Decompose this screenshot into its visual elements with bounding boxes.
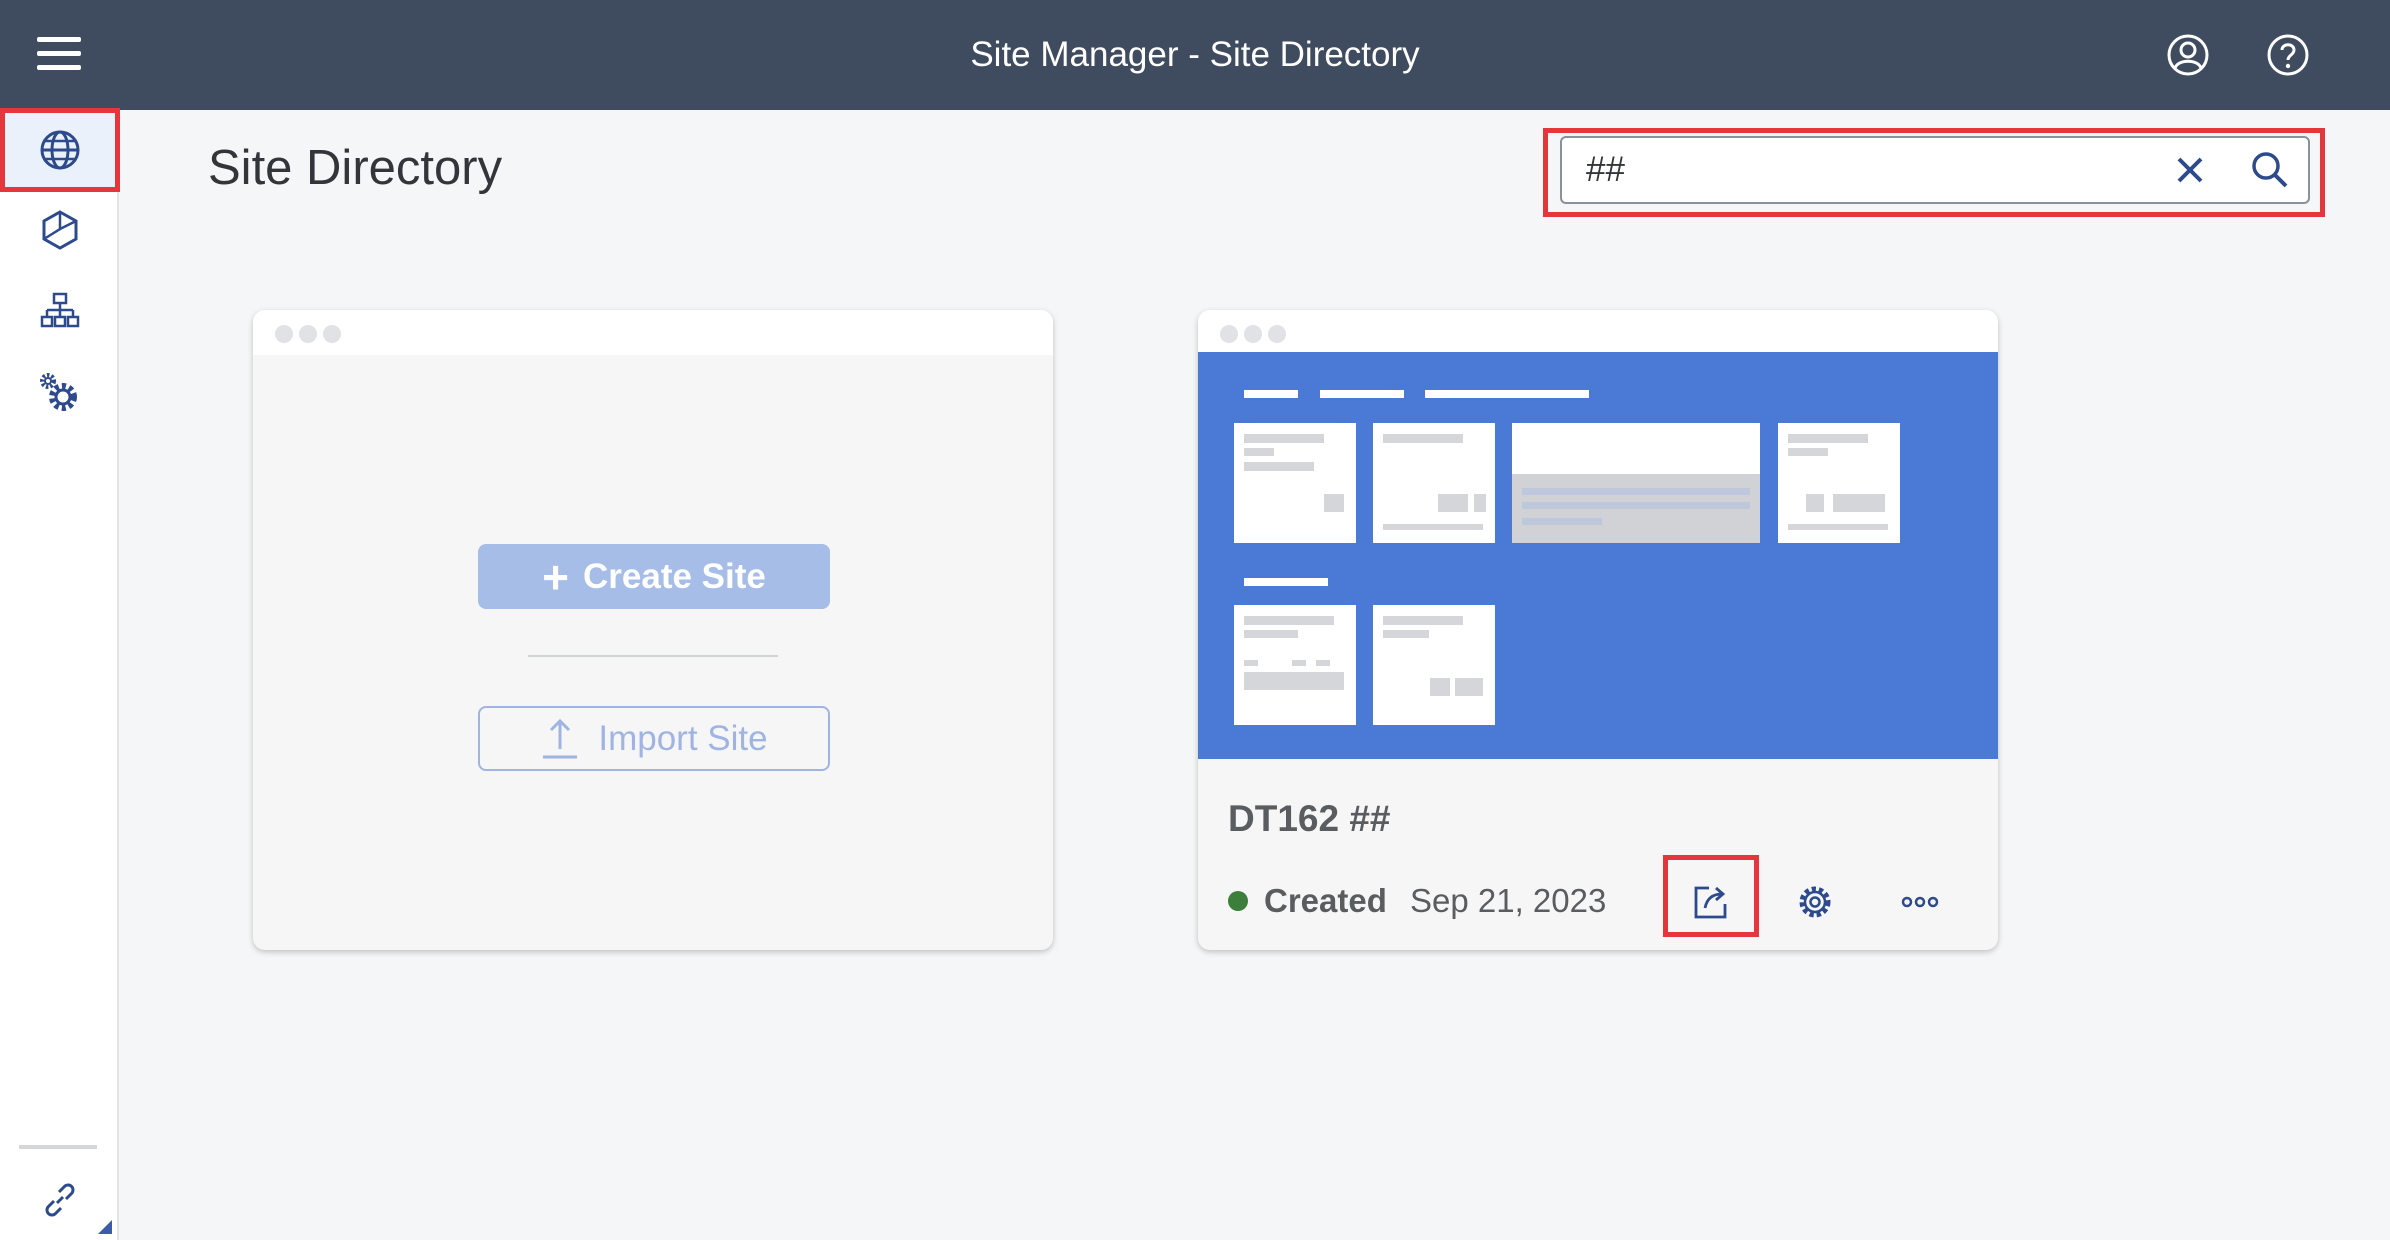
shell-header: Site Manager - Site Directory bbox=[0, 0, 2390, 110]
site-card[interactable]: DT162 ## Created Sep 21, 2023 bbox=[1198, 310, 1998, 950]
site-preview-thumbnail[interactable] bbox=[1198, 352, 1998, 759]
open-external-icon bbox=[1694, 886, 1727, 919]
menu-icon[interactable] bbox=[37, 37, 81, 73]
window-dots-icon bbox=[1220, 325, 1292, 343]
page-title: Site Directory bbox=[208, 141, 503, 195]
upload-icon bbox=[543, 718, 578, 758]
card-window-bar bbox=[253, 310, 1053, 355]
shell-title: Site Manager - Site Directory bbox=[970, 35, 1420, 74]
globe-icon bbox=[40, 130, 80, 170]
plus-icon: + bbox=[542, 550, 569, 603]
side-navigation bbox=[0, 108, 120, 1240]
card-divider bbox=[528, 655, 778, 657]
nav-content-manager[interactable] bbox=[0, 195, 119, 265]
nav-site-directory[interactable] bbox=[0, 108, 120, 192]
nav-provider-manager[interactable] bbox=[0, 276, 119, 346]
create-site-button[interactable]: + Create Site bbox=[478, 544, 830, 609]
site-settings-button[interactable] bbox=[1785, 872, 1845, 932]
card-window-bar bbox=[1198, 310, 1998, 355]
gears-icon bbox=[39, 373, 77, 411]
overflow-icon bbox=[1901, 896, 1939, 908]
created-date: Sep 21, 2023 bbox=[1410, 882, 1607, 919]
hierarchy-icon bbox=[40, 292, 79, 328]
link-icon bbox=[45, 1183, 74, 1217]
user-profile-icon[interactable] bbox=[2166, 33, 2210, 77]
gear-icon bbox=[1799, 886, 1831, 918]
search-input[interactable] bbox=[1586, 138, 2146, 202]
create-site-label: Create Site bbox=[583, 556, 766, 596]
create-site-card: + Create Site Import Site bbox=[253, 310, 1053, 950]
resize-corner bbox=[98, 1220, 112, 1234]
nav-separator bbox=[19, 1145, 97, 1149]
search-field bbox=[1560, 136, 2310, 204]
clear-icon[interactable] bbox=[2170, 150, 2210, 190]
import-site-label: Import Site bbox=[598, 718, 768, 758]
window-dots-icon bbox=[275, 325, 347, 343]
cube-icon bbox=[42, 210, 77, 250]
nav-settings[interactable] bbox=[0, 358, 119, 428]
status-indicator bbox=[1228, 891, 1248, 911]
search-icon[interactable] bbox=[2248, 148, 2292, 192]
help-icon[interactable] bbox=[2266, 33, 2310, 77]
status-label: Created bbox=[1264, 882, 1387, 919]
site-name[interactable]: DT162 ## bbox=[1228, 798, 1391, 840]
import-site-button[interactable]: Import Site bbox=[478, 706, 830, 771]
go-to-site-button[interactable] bbox=[1681, 872, 1741, 932]
more-actions-button[interactable] bbox=[1890, 872, 1950, 932]
